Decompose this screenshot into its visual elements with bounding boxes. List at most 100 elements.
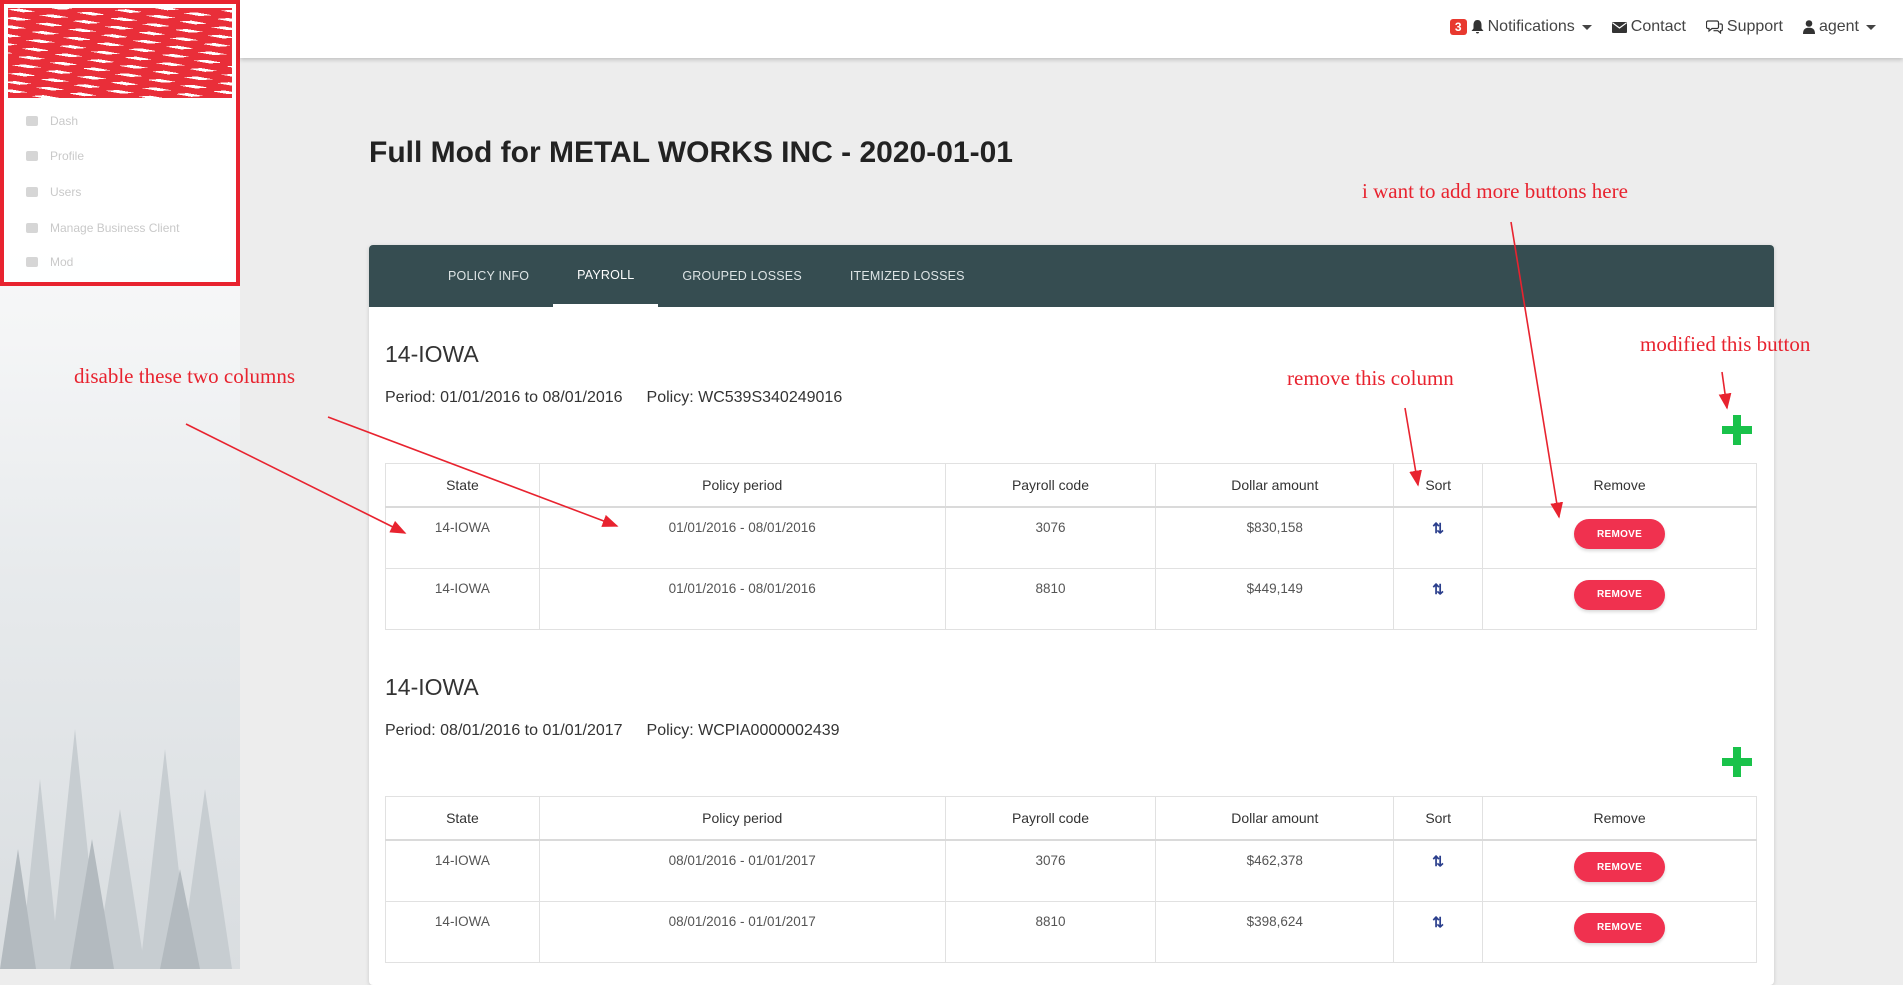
list-icon [26, 257, 38, 267]
state-section: 14-IOWA Period: 08/01/2016 to 01/01/2017… [385, 674, 1757, 964]
sidebar-item-label: Dash [50, 114, 79, 128]
sort-arrows-icon[interactable]: ⇅ [1432, 914, 1444, 930]
tab-itemized-losses[interactable]: ITEMIZED LOSSES [826, 245, 989, 307]
payroll-card: POLICY INFO PAYROLL GROUPED LOSSES ITEMI… [369, 245, 1774, 985]
cell-dollar-amount: $449,149 [1155, 567, 1395, 630]
table-header-row: State Policy period Payroll code Dollar … [385, 463, 1757, 508]
section-title: 14-IOWA [385, 674, 479, 700]
notifications-dropdown[interactable]: 3 Notifications [1449, 18, 1592, 36]
sort-arrows-icon[interactable]: ⇅ [1432, 520, 1444, 536]
cell-payroll-code: 8810 [944, 900, 1157, 963]
sort-arrows-icon[interactable]: ⇅ [1432, 853, 1444, 869]
redaction-scribble [8, 8, 232, 98]
period-text: Period: 08/01/2016 to 01/01/2017 [385, 722, 623, 739]
caret-down-icon [1581, 24, 1592, 30]
user-label: agent [1818, 18, 1859, 35]
section-meta: Period: 01/01/2016 to 08/01/2016 Policy:… [385, 389, 1757, 407]
sidebar-item-profile[interactable]: Profile [26, 149, 84, 163]
sidebar: Dash Profile Users Manage Business Clien… [0, 0, 240, 969]
tab-grouped-losses[interactable]: GROUPED LOSSES [658, 245, 826, 307]
contact-link[interactable]: Contact [1611, 18, 1686, 36]
column-header-remove: Remove [1482, 796, 1757, 841]
table-row: 14-IOWA 01/01/2016 - 08/01/2016 8810 $44… [385, 567, 1757, 630]
column-header-sort: Sort [1393, 796, 1484, 841]
sidebar-item-manage-business-client[interactable]: Manage Business Client [26, 221, 179, 235]
top-nav: 3 Notifications Contact Support agent [1449, 18, 1876, 36]
sidebar-item-label: Mod [50, 255, 74, 269]
cell-payroll-code: 3076 [944, 839, 1157, 902]
cell-payroll-code: 8810 [944, 567, 1157, 630]
cell-remove: REMOVE [1482, 839, 1757, 902]
tab-policy-info[interactable]: POLICY INFO [424, 245, 553, 307]
state-section: 14-IOWA Period: 01/01/2016 to 08/01/2016… [385, 341, 1757, 631]
remove-button[interactable]: REMOVE [1574, 912, 1666, 943]
cell-sort: ⇅ [1393, 900, 1484, 963]
envelope-icon [1611, 21, 1627, 33]
sidebar-item-mod[interactable]: Mod [26, 255, 73, 269]
add-payroll-button[interactable] [1722, 747, 1752, 777]
cell-state: 14-IOWA [385, 839, 540, 902]
cell-policy-period: 08/01/2016 - 01/01/2017 [538, 900, 946, 963]
sidebar-item-label: Profile [50, 149, 85, 163]
support-link[interactable]: Support [1705, 18, 1783, 36]
cell-remove: REMOVE [1482, 900, 1757, 963]
add-payroll-button[interactable] [1722, 415, 1752, 445]
column-header-policy-period: Policy period [538, 463, 946, 508]
user-icon [1802, 20, 1815, 34]
annotation-disable-columns: disable these two columns [74, 364, 296, 388]
users-icon [26, 187, 38, 197]
user-icon [26, 151, 38, 161]
sidebar-item-label: Users [50, 185, 82, 199]
forest-background [0, 729, 232, 969]
column-header-sort: Sort [1393, 463, 1484, 508]
support-label: Support [1726, 18, 1783, 35]
user-menu-dropdown[interactable]: agent [1802, 18, 1876, 36]
remove-button[interactable]: REMOVE [1574, 579, 1666, 610]
comments-icon [1705, 20, 1723, 34]
cell-dollar-amount: $830,158 [1155, 506, 1395, 569]
cell-dollar-amount: $462,378 [1155, 839, 1395, 902]
remove-button[interactable]: REMOVE [1574, 519, 1666, 549]
sidebar-item-users[interactable]: Users [26, 185, 81, 199]
tab-bar: POLICY INFO PAYROLL GROUPED LOSSES ITEMI… [369, 245, 1774, 307]
annotation-modified-button: modified this button [1640, 332, 1811, 356]
payroll-table: State Policy period Payroll code Dollar … [385, 463, 1757, 630]
table-row: 14-IOWA 08/01/2016 - 01/01/2017 3076 $46… [385, 839, 1757, 902]
remove-button[interactable]: REMOVE [1574, 852, 1666, 882]
cell-state: 14-IOWA [385, 567, 540, 630]
section-title: 14-IOWA [385, 341, 479, 367]
contact-label: Contact [1630, 18, 1686, 35]
cell-remove: REMOVE [1482, 506, 1757, 569]
top-navbar: 3 Notifications Contact Support agent [240, 0, 1903, 58]
sidebar-item-dash[interactable]: Dash [26, 114, 78, 128]
cell-policy-period: 01/01/2016 - 08/01/2016 [538, 567, 946, 630]
annotation-remove-column: remove this column [1287, 366, 1454, 390]
cell-state: 14-IOWA [385, 900, 540, 963]
column-header-state: State [385, 463, 540, 508]
cell-policy-period: 01/01/2016 - 08/01/2016 [538, 506, 946, 569]
column-header-payroll-code: Payroll code [944, 796, 1157, 841]
payroll-table: State Policy period Payroll code Dollar … [385, 796, 1757, 963]
policy-text: Policy: WCPIA0000002439 [646, 722, 840, 739]
table-header-row: State Policy period Payroll code Dollar … [385, 796, 1757, 841]
table-row: 14-IOWA 01/01/2016 - 08/01/2016 3076 $83… [385, 506, 1757, 569]
column-header-dollar-amount: Dollar amount [1155, 796, 1395, 841]
column-header-remove: Remove [1482, 463, 1757, 508]
cell-dollar-amount: $398,624 [1155, 900, 1395, 963]
sort-arrows-icon[interactable]: ⇅ [1432, 581, 1444, 597]
sidebar-menu-redacted: Dash Profile Users Manage Business Clien… [0, 0, 240, 286]
cell-policy-period: 08/01/2016 - 01/01/2017 [538, 839, 946, 902]
cell-sort: ⇅ [1393, 839, 1484, 902]
sidebar-item-label: Manage Business Client [50, 221, 180, 235]
table-row: 14-IOWA 08/01/2016 - 01/01/2017 8810 $39… [385, 900, 1757, 963]
period-text: Period: 01/01/2016 to 08/01/2016 [385, 389, 623, 406]
section-meta: Period: 08/01/2016 to 01/01/2017 Policy:… [385, 722, 1757, 740]
annotation-add-buttons: i want to add more buttons here [1362, 179, 1628, 203]
cell-sort: ⇅ [1393, 506, 1484, 569]
column-header-state: State [385, 796, 540, 841]
bell-icon [1471, 20, 1484, 34]
cell-state: 14-IOWA [385, 506, 540, 569]
notifications-badge: 3 [1449, 19, 1467, 35]
tab-payroll[interactable]: PAYROLL [553, 245, 659, 307]
column-header-dollar-amount: Dollar amount [1155, 463, 1395, 508]
